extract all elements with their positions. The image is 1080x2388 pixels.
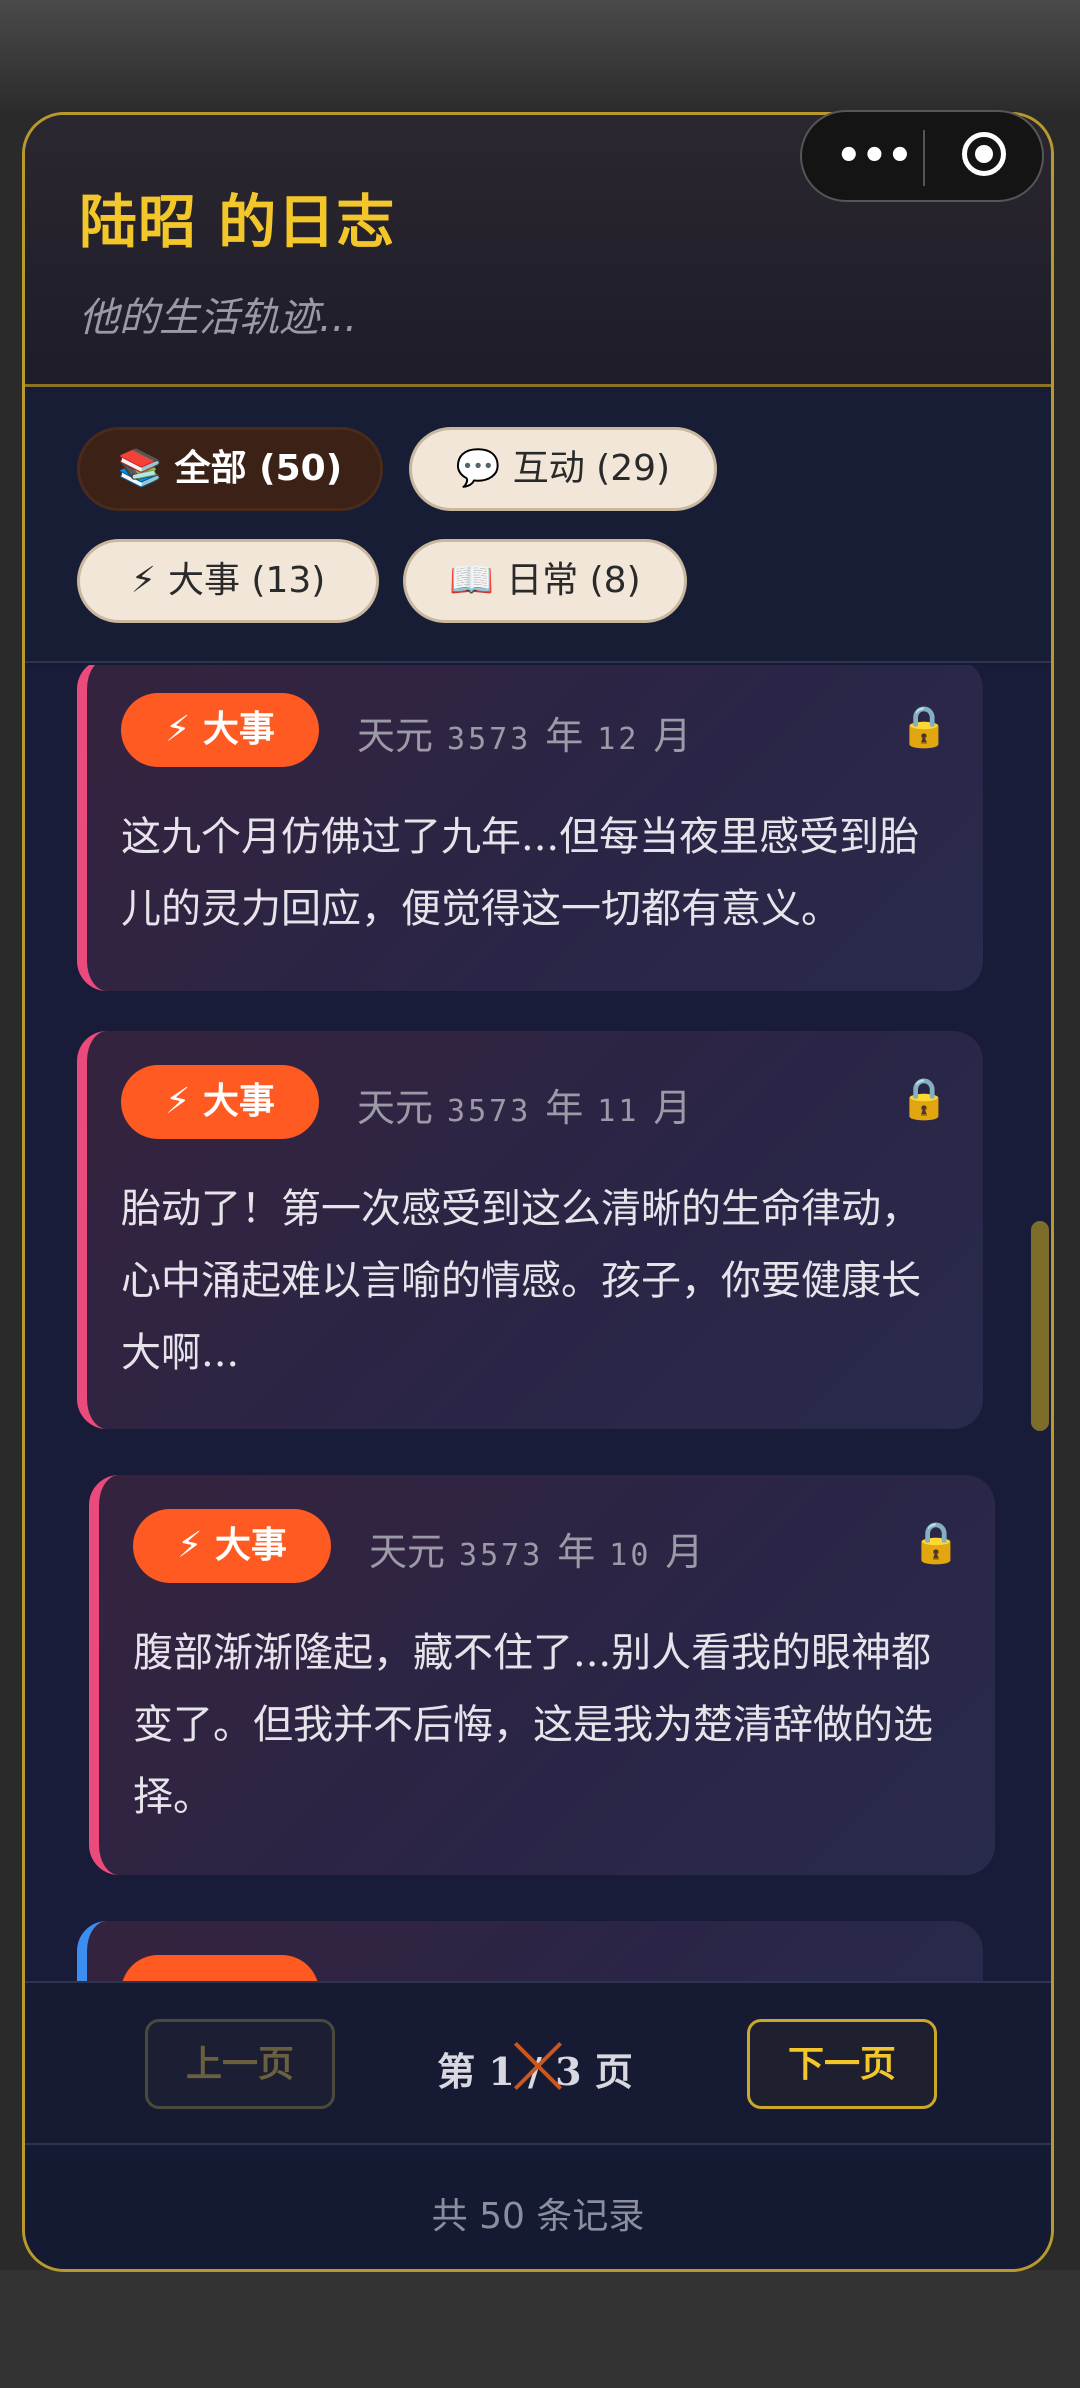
close-icon[interactable] bbox=[510, 2038, 566, 2094]
diary-entry[interactable]: ⚡ 大事 天元 3573 年 12 月 🔒 这九个月仿佛过了九年...但每当夜里感受到胎… bbox=[77, 665, 983, 991]
diary-modal: 陆昭 的日志 他的生活轨迹... 📚 全部 (50) 💬 互动 (29) ⚡ 大事 (… bbox=[22, 112, 1054, 2272]
filter-major-chip[interactable]: ⚡ 大事 (13) bbox=[77, 539, 379, 623]
category-badge: ⚡ 大事 bbox=[121, 693, 319, 767]
entry-date: 天元 3573 年 11 月 bbox=[357, 1086, 692, 1130]
miniprogram-capsule: ••• bbox=[800, 110, 1044, 202]
backdrop-bottom bbox=[0, 2270, 1080, 2388]
filter-interaction-chip[interactable]: 💬 互动 (29) bbox=[409, 427, 717, 511]
entry-text: 这九个月仿佛过了九年...但每当夜里感受到胎儿的灵力回应，便觉得这一切都有意义。 bbox=[121, 814, 920, 932]
capsule-divider bbox=[923, 130, 925, 186]
category-badge bbox=[121, 1955, 319, 1981]
filter-label: 全部 (50) bbox=[174, 448, 343, 489]
target-circle-icon[interactable] bbox=[962, 132, 1006, 176]
total-records: 共 50 条记录 bbox=[25, 2145, 1051, 2269]
diary-entry[interactable]: ⚡ 大事 天元 3573 年 10 月 🔒 腹部渐渐隆起，藏不住了...别人看我的眼神都… bbox=[89, 1475, 995, 1875]
books-icon: 📚 bbox=[117, 448, 163, 489]
entry-text: 腹部渐渐隆起，藏不住了...别人看我的眼神都变了。但我并不后悔，这是我为楚清辞做… bbox=[133, 1630, 933, 1820]
lock-icon: 🔒 bbox=[911, 1520, 961, 1566]
diary-entry[interactable]: ⚡ 大事 天元 3573 年 11 月 🔒 胎动了！第一次感受到这么清晰的生命律动，心中… bbox=[77, 1031, 983, 1429]
filter-label: 日常 (8) bbox=[506, 560, 641, 601]
lock-icon: 🔒 bbox=[899, 704, 949, 750]
filter-label: 大事 (13) bbox=[167, 560, 326, 601]
filter-label: 互动 (29) bbox=[512, 448, 671, 489]
entry-date: 天元 3573 年 10 月 bbox=[369, 1530, 704, 1574]
entry-date: 天元 3573 年 12 月 bbox=[357, 714, 692, 758]
diary-list[interactable]: ⚡ 大事 天元 3573 年 12 月 🔒 这九个月仿佛过了九年...但每当夜里感受到胎… bbox=[25, 665, 1051, 1981]
scrollbar-thumb[interactable] bbox=[1031, 1221, 1049, 1431]
scrollbar[interactable] bbox=[1031, 665, 1049, 1981]
lock-icon: 🔒 bbox=[899, 1076, 949, 1122]
lightning-icon: ⚡ bbox=[130, 560, 156, 601]
filter-daily-chip[interactable]: 📖 日常 (8) bbox=[403, 539, 687, 623]
page-title: 陆昭 的日志 bbox=[79, 188, 396, 256]
prev-page-button[interactable]: 上一页 bbox=[145, 2019, 335, 2109]
next-page-button[interactable]: 下一页 bbox=[747, 2019, 937, 2109]
backdrop-top bbox=[0, 0, 1080, 110]
total-records-text: 共 50 条记录 bbox=[431, 2196, 645, 2237]
more-dots-icon[interactable]: ••• bbox=[836, 136, 913, 176]
open-book-icon: 📖 bbox=[449, 560, 495, 601]
category-badge: ⚡ 大事 bbox=[121, 1065, 319, 1139]
page-subtitle: 他的生活轨迹... bbox=[79, 295, 358, 341]
entry-text: 胎动了！第一次感受到这么清晰的生命律动，心中涌起难以言喻的情感。孩子，你要健康长… bbox=[121, 1186, 921, 1376]
speech-bubble-icon: 💬 bbox=[455, 448, 501, 489]
filter-all-chip[interactable]: 📚 全部 (50) bbox=[77, 427, 383, 511]
category-badge: ⚡ 大事 bbox=[133, 1509, 331, 1583]
diary-entry[interactable] bbox=[77, 1921, 983, 1981]
filter-bar: 📚 全部 (50) 💬 互动 (29) ⚡ 大事 (13) 📖 日常 (8) bbox=[25, 387, 1051, 663]
